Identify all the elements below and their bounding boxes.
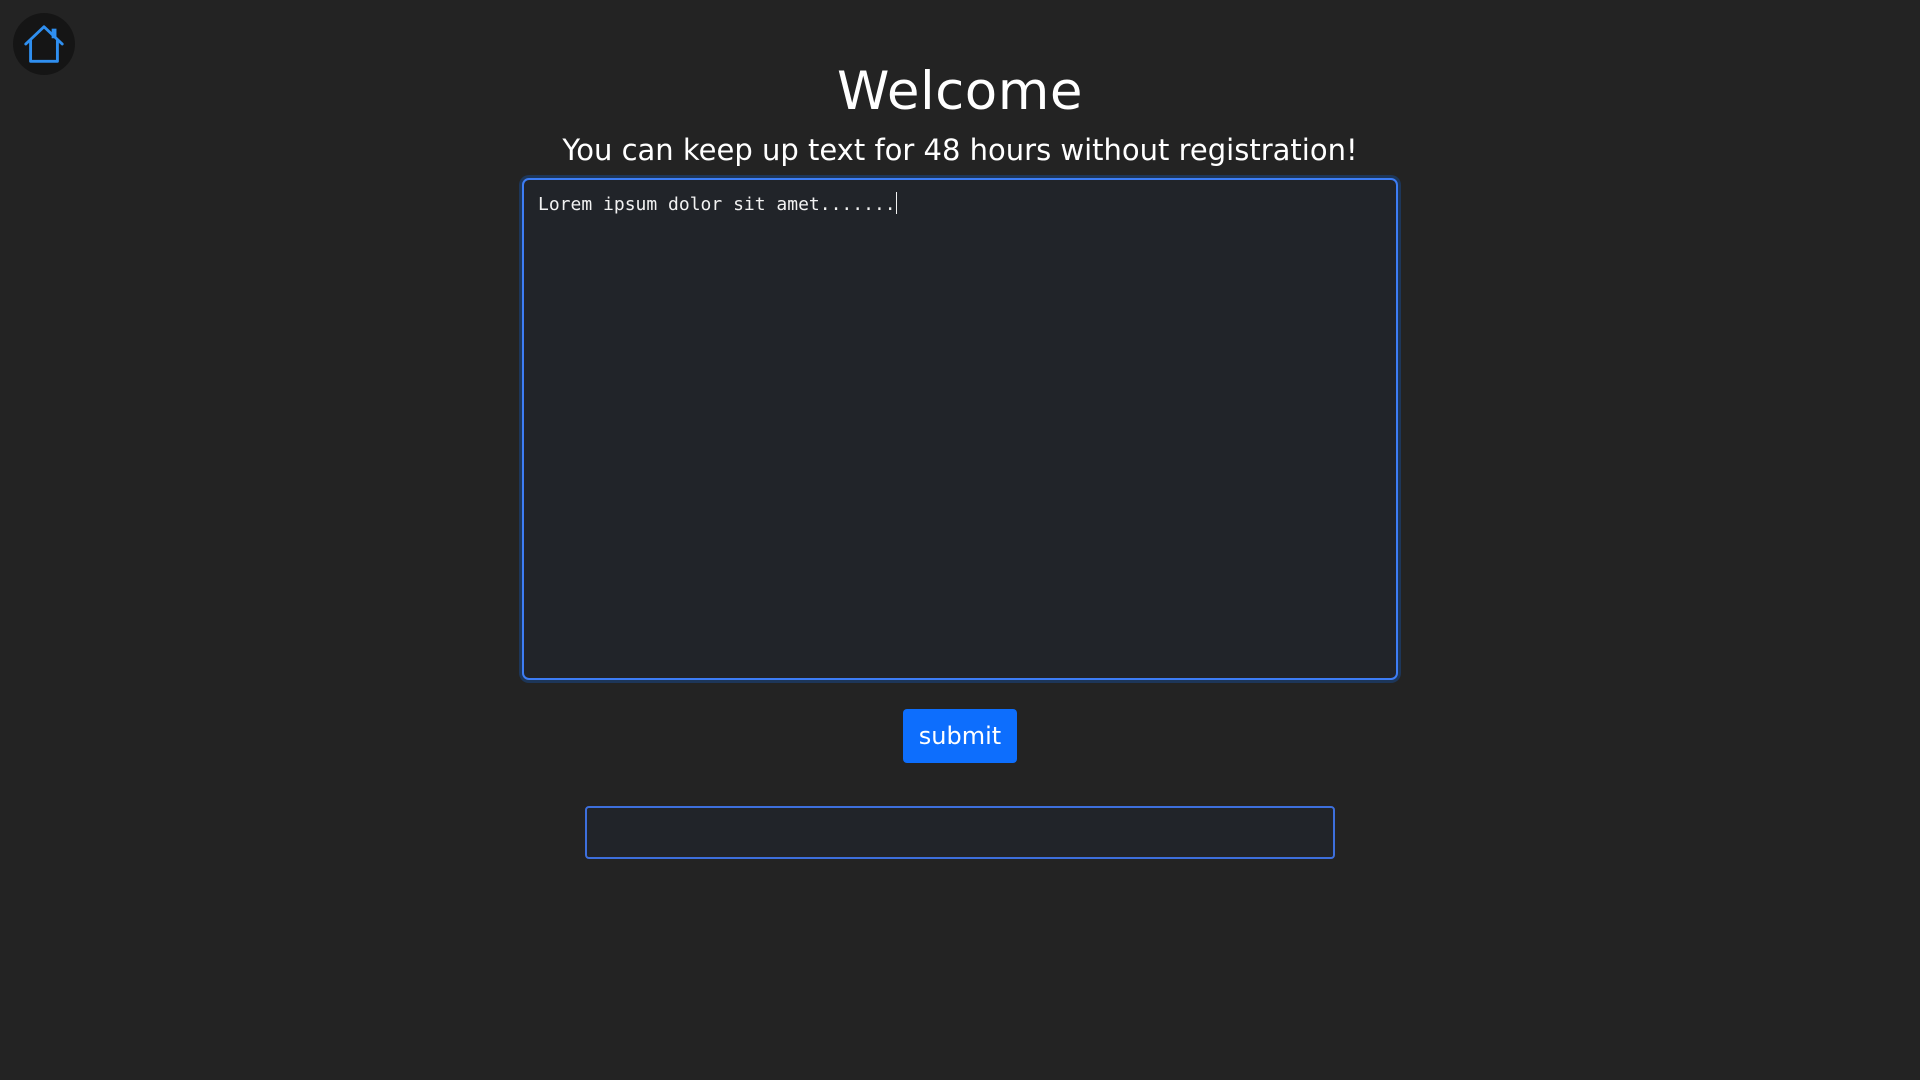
submit-button[interactable]: submit <box>903 709 1017 763</box>
page-title: Welcome <box>837 61 1083 122</box>
text-input-value: Lorem ipsum dolor sit amet....... <box>538 194 896 215</box>
text-caret <box>895 192 897 214</box>
text-input-area[interactable]: Lorem ipsum dolor sit amet....... <box>522 178 1398 680</box>
page-subtitle: You can keep up text for 48 hours withou… <box>562 133 1358 167</box>
result-field[interactable] <box>585 806 1335 859</box>
